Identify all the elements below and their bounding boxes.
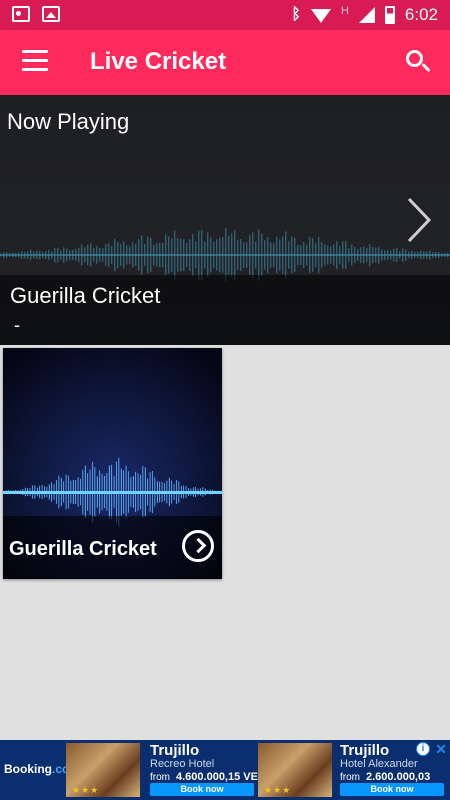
hamburger-menu-icon[interactable]	[22, 50, 48, 72]
brand-main: Booking	[4, 762, 52, 776]
offer-hotel: Recreo Hotel	[150, 758, 215, 770]
now-playing-panel[interactable]: Now Playing Guerilla Cricket -	[0, 95, 450, 345]
hotel-stars: ★★★	[72, 785, 100, 795]
now-playing-footer: Guerilla Cricket -	[0, 275, 450, 345]
offer-city: Trujillo	[150, 742, 200, 759]
image-icon	[42, 6, 60, 22]
offer-price: 4.600.000,15 VEF	[176, 771, 265, 783]
hotel-photo[interactable]: ★★★	[66, 743, 140, 797]
ad-banner[interactable]: Booking.com ★★★ Trujillo Recreo Hotel fr…	[0, 740, 450, 800]
search-icon[interactable]	[406, 50, 432, 76]
hotel-photo[interactable]: ★★★	[258, 743, 332, 797]
hotel-stars: ★★★	[264, 785, 292, 795]
now-playing-subtitle: -	[14, 315, 20, 335]
offer-from-label: from	[150, 772, 170, 783]
offer-city: Trujillo	[340, 742, 390, 759]
app-bar: Live Cricket	[0, 30, 450, 95]
clock: 6:02	[404, 5, 438, 24]
network-type-label: H	[340, 5, 349, 17]
offer-from-label: from	[340, 772, 360, 783]
chevron-right-icon[interactable]	[406, 197, 432, 243]
app-title: Live Cricket	[90, 48, 227, 75]
ad-info-icon[interactable]: i	[416, 742, 430, 756]
station-title: Guerilla Cricket	[9, 538, 157, 560]
station-card[interactable]: Guerilla Cricket	[3, 348, 222, 579]
now-playing-label: Now Playing	[7, 109, 130, 134]
wifi-icon	[310, 9, 331, 23]
chevron-circle-right-icon[interactable]	[182, 530, 214, 562]
book-now-button[interactable]: Book now	[150, 783, 254, 796]
ad-offer[interactable]: Trujillo Recreo Hotel from 4.600.000,15 …	[150, 742, 265, 783]
station-card-footer: Guerilla Cricket	[3, 516, 222, 579]
now-playing-track: Guerilla Cricket	[10, 283, 161, 308]
ad-close-icon[interactable]: ✕	[435, 741, 447, 758]
book-now-button[interactable]: Book now	[340, 783, 444, 796]
battery-icon	[384, 6, 395, 24]
bluetooth-icon: ᛒ	[291, 6, 301, 23]
radio-icon	[12, 6, 30, 22]
status-bar: ᛒ H 6:02	[0, 0, 450, 30]
offer-hotel: Hotel Alexander	[340, 758, 418, 770]
signal-icon	[358, 7, 375, 23]
